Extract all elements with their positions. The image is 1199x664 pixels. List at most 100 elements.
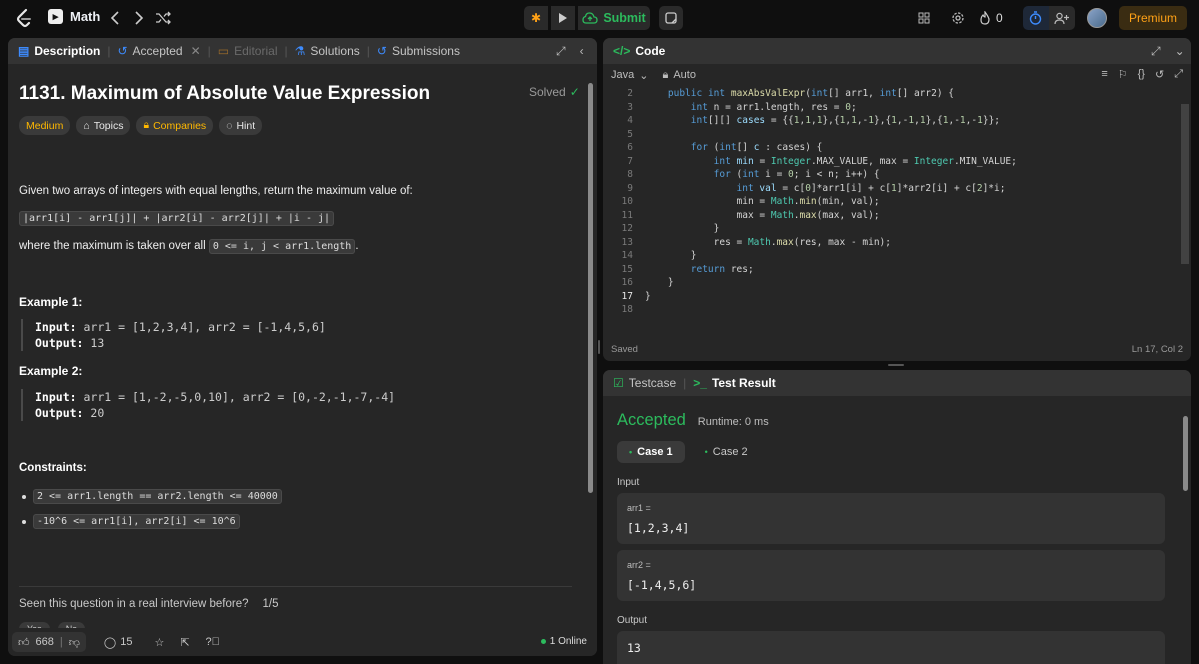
chevron-down-icon: ⌄ <box>639 69 649 82</box>
debug-button[interactable]: ✱ <box>524 6 548 30</box>
interview-question: Seen this question in a real interview b… <box>19 598 249 610</box>
expression-code: |arr1[i] - arr1[j]| + |arr2[i] - arr2[j]… <box>19 211 335 226</box>
tag-icon: ⌂ <box>83 119 90 132</box>
premium-button[interactable]: Premium <box>1118 6 1187 30</box>
tab-testcase[interactable]: ☑ Testcase <box>613 376 676 390</box>
tab-editorial[interactable]: ▭ Editorial <box>218 44 278 58</box>
layout-grid-icon[interactable] <box>911 6 937 30</box>
divider: | <box>366 44 370 58</box>
line-number: 3 <box>627 101 633 113</box>
comment-count: 15 <box>120 636 133 648</box>
document-icon: ▤ <box>18 44 30 58</box>
note-icon <box>665 12 677 24</box>
problem-list-button[interactable]: ▸ Math <box>48 9 100 24</box>
topics-tag[interactable]: ⌂ Topics <box>76 116 131 135</box>
line-number: 18 <box>621 304 633 315</box>
star-icon[interactable]: ☆ <box>154 636 164 649</box>
mode-label: Auto <box>673 69 696 81</box>
result-scrollbar[interactable] <box>1182 408 1189 653</box>
chevron-left-icon[interactable] <box>108 9 122 27</box>
format-icon[interactable]: ≡ <box>1101 68 1107 81</box>
tab-label: Code <box>635 44 666 58</box>
scrollbar-thumb[interactable] <box>1183 416 1188 491</box>
share-icon[interactable]: ⇱ <box>180 636 189 649</box>
tab-code[interactable]: </> Code <box>613 44 665 58</box>
help-icon[interactable]: ?⃝ <box>206 636 220 648</box>
panel-tools: ⤢ ⌄ <box>1151 38 1185 64</box>
input-value-box: arr1 = [1,2,3,4] <box>617 493 1165 544</box>
editor-toolbar: Java ⌄ 🔒︎ Auto ≡ ⚐ {} ↺ ⤢ <box>603 64 1191 86</box>
tab-label: Accepted <box>132 44 183 58</box>
hint-label: Hint <box>236 119 256 132</box>
line-number: 6 <box>627 142 633 153</box>
thumbs-down-icon[interactable]: 👎︎ <box>69 636 80 649</box>
timer-button[interactable] <box>1022 6 1049 30</box>
editor-scrollbar[interactable] <box>1181 104 1189 264</box>
example-1-heading: Example 1: <box>19 295 83 309</box>
auto-mode[interactable]: 🔒︎ Auto <box>662 69 696 82</box>
bookmark-icon[interactable]: ⚐ <box>1118 68 1128 81</box>
submit-button[interactable]: Submit <box>578 6 650 30</box>
history-icon: ↺ <box>376 44 387 58</box>
bullet <box>22 519 26 524</box>
language-select[interactable]: Java ⌄ <box>611 69 648 82</box>
chevron-right-icon[interactable] <box>132 9 146 27</box>
input-name: arr1 = <box>627 503 651 513</box>
close-icon[interactable]: ✕ <box>191 44 201 58</box>
run-button[interactable] <box>551 6 575 30</box>
example-input: arr1 = [1,-2,-5,0,10], arr2 = [0,-2,-1,-… <box>83 390 396 404</box>
avatar[interactable] <box>1086 8 1107 28</box>
tab-solutions[interactable]: ⚗ Solutions <box>295 44 360 58</box>
companies-tag[interactable]: 🔒︎ Companies <box>136 116 214 135</box>
tab-description[interactable]: ▤ Description <box>18 44 100 58</box>
tab-test-result[interactable]: >_ Test Result <box>693 376 775 390</box>
notes-button[interactable] <box>659 6 683 30</box>
line-number: 16 <box>621 277 633 288</box>
vertical-splitter[interactable] <box>598 340 600 354</box>
collapse-icon[interactable]: ⌄ <box>1175 44 1185 58</box>
tab-label: Testcase <box>628 376 677 390</box>
case-tab-1[interactable]: • Case 1 <box>617 441 685 463</box>
constraint-item: -10^6 <= arr1[i], arr2[i] <= 10^6 <box>22 514 240 529</box>
tab-label: Solutions <box>310 44 360 58</box>
book-icon: ▭ <box>217 44 230 58</box>
hint-tag[interactable]: ◌ Hint <box>219 116 263 135</box>
panel-tools: ⤢ ‹ <box>556 38 584 64</box>
list-icon: ▸ <box>48 9 63 24</box>
terminal-icon: >_ <box>693 376 707 390</box>
collapse-icon[interactable]: ‹ <box>580 44 584 58</box>
lock-icon: 🔒︎ <box>662 68 669 81</box>
play-icon <box>559 13 567 23</box>
check-circle-icon: ✓ <box>569 85 580 99</box>
flame-icon <box>980 11 990 25</box>
line-number: 8 <box>627 169 633 180</box>
bullet <box>22 494 26 499</box>
description-scrollbar[interactable] <box>587 78 594 608</box>
constraints-heading: Constraints: <box>19 462 87 474</box>
comments-button[interactable]: ◯ 15 <box>104 636 133 649</box>
solved-label: Solved <box>529 85 566 99</box>
shuffle-icon[interactable] <box>154 9 172 27</box>
editor-status-bar: Saved Ln 17, Col 2 <box>603 344 1191 361</box>
lock-icon: 🔒︎ <box>143 119 150 131</box>
horizontal-splitter[interactable] <box>888 364 904 366</box>
gear-icon[interactable] <box>945 6 971 30</box>
maximize-icon[interactable]: ⤢ <box>1151 44 1161 59</box>
maximize-icon[interactable]: ⤢ <box>556 44 566 59</box>
braces-icon[interactable]: {} <box>1138 68 1145 81</box>
streak-counter[interactable]: 0 <box>979 11 1015 25</box>
scrollbar-thumb[interactable] <box>588 83 593 493</box>
line-number: 7 <box>627 155 633 167</box>
submit-label: Submit <box>603 11 646 25</box>
add-user-button[interactable] <box>1048 6 1075 30</box>
line-number: 11 <box>621 209 633 221</box>
tab-accepted[interactable]: ↺ Accepted ✕ <box>117 44 200 58</box>
case-tab-2[interactable]: • Case 2 <box>693 441 760 463</box>
leetcode-logo[interactable] <box>14 8 34 28</box>
tab-submissions[interactable]: ↺ Submissions <box>377 44 460 58</box>
code-editor[interactable]: 2 3 4 5 6 7 8 9 10 11 12 13 14 15 16 17 18 public int ma… <box>603 86 1191 336</box>
output-value: 13 <box>627 641 641 655</box>
thumbs-up-icon[interactable]: 👍︎ <box>18 636 30 649</box>
expand-icon[interactable]: ⤢ <box>1174 68 1183 81</box>
reset-icon[interactable]: ↺ <box>1155 68 1164 81</box>
